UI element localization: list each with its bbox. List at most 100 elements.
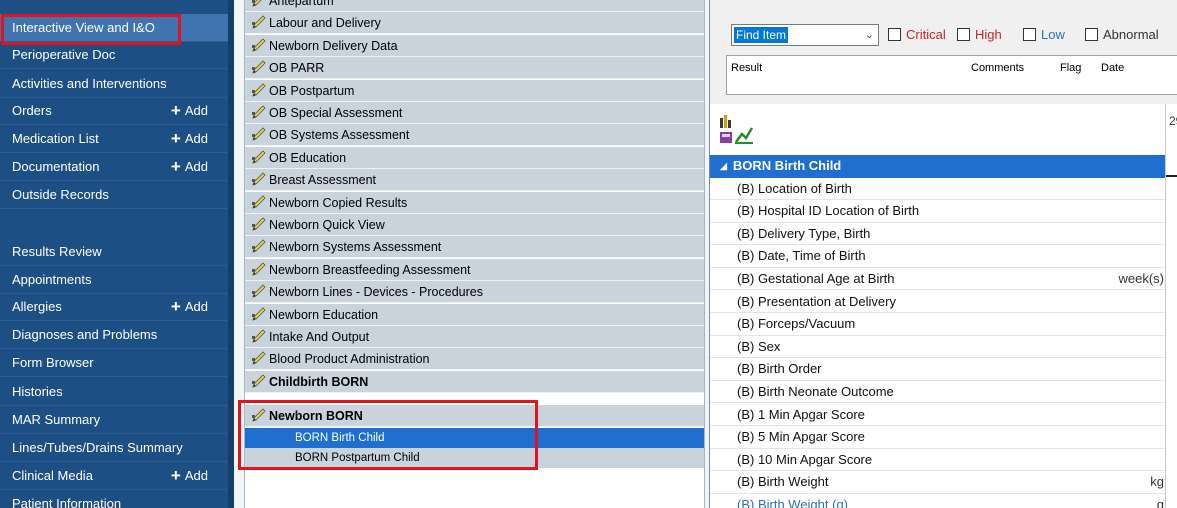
row-label: (B) Gestational Age at Birth bbox=[737, 270, 895, 286]
add-button[interactable]: + Add bbox=[171, 153, 208, 180]
low-label: Low bbox=[1041, 27, 1065, 42]
flowsheet-row[interactable]: (B) Birth Neonate Outcome bbox=[710, 381, 1166, 404]
nav-item-histories[interactable]: Histories bbox=[0, 378, 228, 405]
band-blood-product-administration[interactable]: Blood Product Administration bbox=[245, 348, 704, 371]
band-newborn-systems-assessment[interactable]: Newborn Systems Assessment bbox=[245, 236, 704, 259]
add-button[interactable]: + Add bbox=[171, 293, 208, 320]
nav-item-mar-summary[interactable]: MAR Summary bbox=[0, 406, 228, 433]
nav-item-clinical-media[interactable]: Clinical Media + Add bbox=[0, 462, 228, 489]
add-button[interactable]: + Add bbox=[171, 97, 208, 124]
band-label: Childbirth BORN bbox=[269, 374, 369, 389]
nav-item-label: Documentation bbox=[12, 159, 100, 174]
pencil-icon bbox=[251, 82, 267, 98]
flowsheet-row[interactable]: (B) 10 Min Apgar Score bbox=[710, 449, 1166, 472]
high-checkbox[interactable]: High bbox=[957, 27, 1002, 43]
band-label: Newborn Lines - Devices - Procedures bbox=[269, 285, 483, 300]
band-intake-and-output[interactable]: Intake And Output bbox=[245, 326, 704, 348]
band-label: Newborn Copied Results bbox=[269, 195, 408, 210]
band-label: Newborn Breastfeeding Assessment bbox=[269, 262, 471, 277]
nav-item-label: MAR Summary bbox=[12, 412, 101, 427]
band-newborn-delivery-data[interactable]: Newborn Delivery Data bbox=[245, 34, 704, 57]
nav-item-label: Appointments bbox=[12, 272, 92, 287]
band-newborn-education[interactable]: Newborn Education bbox=[245, 303, 704, 326]
nav-item-patient-information[interactable]: Patient Information bbox=[0, 490, 228, 508]
add-label: Add bbox=[184, 131, 208, 146]
flowsheet-row[interactable]: (B) 5 Min Apgar Score bbox=[710, 426, 1166, 449]
band-label: OB Postpartum bbox=[269, 83, 355, 98]
band-breast-assessment[interactable]: Breast Assessment bbox=[245, 169, 704, 192]
add-button[interactable]: + Add bbox=[171, 125, 208, 152]
flowsheet-row[interactable]: (B) Presentation at Delivery bbox=[710, 291, 1166, 313]
nav-item-allergies[interactable]: Allergies + Add bbox=[0, 293, 228, 320]
band-label: Labour and Delivery bbox=[269, 16, 381, 31]
band-label: Breast Assessment bbox=[269, 173, 376, 188]
date-column-header: Date bbox=[1101, 62, 1125, 74]
flowsheet-row[interactable]: (B) Birth Weight kg bbox=[710, 471, 1166, 494]
band-ob-postpartum[interactable]: OB Postpartum bbox=[245, 79, 704, 102]
critical-checkbox[interactable]: Critical bbox=[888, 27, 946, 43]
row-label: (B) Sex bbox=[737, 338, 781, 354]
flowsheet-row[interactable]: (B) Delivery Type, Birth bbox=[710, 223, 1166, 246]
nav-item-perioperative-doc[interactable]: Perioperative Doc bbox=[0, 41, 228, 68]
row-unit: g bbox=[1156, 496, 1164, 508]
filter-bar: Find Item ⌄ Critical High Low Abnormal R… bbox=[710, 0, 1177, 104]
band-ob-education[interactable]: OB Education bbox=[245, 146, 704, 169]
plus-icon: + bbox=[170, 466, 181, 485]
flowsheet-row[interactable]: (B) Hospital ID Location of Birth bbox=[710, 200, 1166, 223]
band-ob-parr[interactable]: OB PARR bbox=[245, 57, 704, 80]
flowsheet-row[interactable]: (B) Forceps/Vacuum bbox=[710, 313, 1166, 336]
band-newborn-quick-view[interactable]: Newborn Quick View bbox=[245, 214, 704, 236]
band-ob-systems-assessment[interactable]: OB Systems Assessment bbox=[245, 124, 704, 147]
row-label: (B) 5 Min Apgar Score bbox=[737, 429, 865, 445]
nav-item-documentation[interactable]: Documentation + Add bbox=[0, 153, 228, 180]
flowsheet-tools-icon[interactable] bbox=[718, 112, 758, 148]
band-newborn-lines-devices-procedures[interactable]: Newborn Lines - Devices - Procedures bbox=[245, 281, 704, 304]
nav-item-results-review[interactable]: Results Review bbox=[0, 238, 228, 265]
nav-item-appointments[interactable]: Appointments bbox=[0, 266, 228, 293]
nav-item-label: Medication List bbox=[12, 131, 99, 146]
nav-item-medication-list[interactable]: Medication List + Add bbox=[0, 125, 228, 152]
flowsheet-row[interactable]: (B) Location of Birth bbox=[710, 178, 1166, 200]
row-label: (B) Presentation at Delivery bbox=[737, 293, 896, 309]
band-list-panel: Antepartum Labour and Delivery Newborn Del… bbox=[234, 0, 709, 508]
flowsheet-row[interactable]: (B) Sex bbox=[710, 336, 1166, 359]
nav-item-outside-records[interactable]: Outside Records bbox=[0, 181, 228, 208]
critical-label: Critical bbox=[906, 27, 946, 42]
flowsheet-toolbar: 29 bbox=[710, 104, 1177, 156]
section-title: BORN Birth Child bbox=[732, 158, 842, 173]
add-button[interactable]: + Add bbox=[171, 462, 208, 489]
band-label: Newborn Quick View bbox=[269, 218, 385, 232]
band-newborn-breastfeeding-assessment[interactable]: Newborn Breastfeeding Assessment bbox=[245, 258, 704, 281]
nav-item-label: Activities and Interventions bbox=[12, 76, 167, 91]
band-newborn-copied-results[interactable]: Newborn Copied Results bbox=[245, 191, 704, 214]
pencil-icon bbox=[251, 350, 267, 366]
row-label: (B) Forceps/Vacuum bbox=[737, 316, 856, 332]
band-label: Blood Product Administration bbox=[269, 352, 430, 367]
flowsheet-row[interactable]: (B) Date, Time of Birth bbox=[710, 245, 1166, 268]
band-labour-and-delivery[interactable]: Labour and Delivery bbox=[245, 12, 704, 35]
nav-item-orders[interactable]: Orders + Add bbox=[0, 97, 228, 124]
nav-item-label: Perioperative Doc bbox=[12, 47, 116, 62]
flowsheet-row[interactable]: (B) Birth Order bbox=[710, 358, 1166, 381]
nav-item-activities-and-interventions[interactable]: Activities and Interventions bbox=[0, 70, 228, 97]
section-header-born-birth-child[interactable]: ◢ BORN Birth Child bbox=[710, 155, 1166, 178]
nav-item-label: Allergies bbox=[12, 299, 62, 314]
find-item-dropdown[interactable]: Find Item ⌄ bbox=[731, 24, 879, 46]
band-antepartum[interactable]: Antepartum bbox=[245, 0, 704, 12]
band-childbirth-born[interactable]: Childbirth BORN bbox=[245, 370, 704, 393]
date-column-header[interactable]: 29 bbox=[1169, 114, 1177, 128]
low-checkbox[interactable]: Low bbox=[1023, 27, 1065, 43]
row-label: (B) Delivery Type, Birth bbox=[737, 225, 871, 241]
abnormal-checkbox[interactable]: Abnormal bbox=[1085, 27, 1159, 43]
flowsheet-row[interactable]: (B) Birth Weight (g) g bbox=[710, 494, 1166, 508]
current-column-marker bbox=[1166, 155, 1177, 177]
flowsheet-row[interactable]: (B) 1 Min Apgar Score bbox=[710, 404, 1166, 426]
nav-item-form-browser[interactable]: Form Browser bbox=[0, 349, 228, 376]
flowsheet-row[interactable]: (B) Gestational Age at Birth week(s) bbox=[710, 268, 1166, 291]
nav-item-lines-tubes-drains-summary[interactable]: Lines/Tubes/Drains Summary bbox=[0, 434, 228, 461]
nav-item-label: Diagnoses and Problems bbox=[12, 327, 158, 342]
nav-item-diagnoses-and-problems[interactable]: Diagnoses and Problems bbox=[0, 321, 228, 348]
collapse-icon[interactable]: ◢ bbox=[720, 155, 727, 177]
band-ob-special-assessment[interactable]: OB Special Assessment bbox=[245, 102, 704, 124]
result-grid[interactable]: Result Comments Flag Date bbox=[726, 55, 1177, 95]
